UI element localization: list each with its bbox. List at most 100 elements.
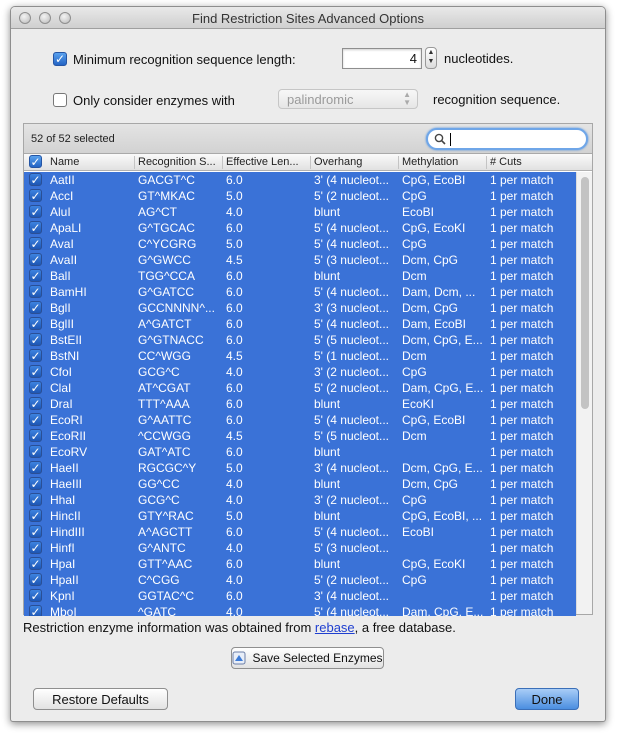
table-row[interactable]: ClaI AT^CGAT 6.0 5' (2 nucleot... Dam, CpG, … [24, 380, 576, 396]
cell-effective-length: 6.0 [226, 525, 243, 539]
row-checkbox[interactable] [29, 317, 42, 330]
cell-cuts: 1 per match [490, 317, 554, 331]
stepper-down-icon[interactable]: ▼ [426, 57, 436, 66]
row-checkbox[interactable] [29, 605, 42, 616]
table-row[interactable]: EcoRII ^CCWGG 4.5 5' (5 nucleot... Dcm 1 per … [24, 428, 576, 444]
scrollbar-thumb[interactable] [581, 177, 589, 409]
col-methylation[interactable]: Methylation [402, 156, 486, 168]
cell-overhang: 5' (2 nucleot... [314, 189, 389, 203]
cell-methylation: CpG [402, 493, 427, 507]
row-checkbox[interactable] [29, 397, 42, 410]
table-row[interactable]: AvaI C^YCGRG 5.0 5' (4 nucleot... CpG 1 per m… [24, 236, 576, 252]
table-row[interactable]: HaeIII GG^CC 4.0 blunt Dcm, CpG 1 per match [24, 476, 576, 492]
cell-effective-length: 6.0 [226, 317, 243, 331]
cell-methylation: CpG, EcoBI [402, 413, 466, 427]
col-cuts[interactable]: # Cuts [490, 156, 574, 168]
vertical-scrollbar[interactable] [576, 172, 592, 614]
row-checkbox[interactable] [29, 589, 42, 602]
save-selected-enzymes-button[interactable]: Save Selected Enzymes [231, 647, 384, 669]
search-input[interactable] [426, 128, 588, 150]
row-checkbox[interactable] [29, 493, 42, 506]
row-checkbox[interactable] [29, 221, 42, 234]
cell-name: AvaII [50, 253, 78, 267]
min-length-checkbox[interactable] [53, 52, 67, 66]
row-checkbox[interactable] [29, 429, 42, 442]
table-row[interactable]: EcoRV GAT^ATC 6.0 blunt 1 per match [24, 444, 576, 460]
cell-overhang: 5' (4 nucleot... [314, 317, 389, 331]
table-row[interactable]: BamHI G^GATCC 6.0 5' (4 nucleot... Dam, Dcm,… [24, 284, 576, 300]
row-checkbox[interactable] [29, 173, 42, 186]
table-row[interactable]: HaeII RGCGC^Y 5.0 3' (4 nucleot... Dcm, CpG,… [24, 460, 576, 476]
select-all-checkbox[interactable] [29, 155, 42, 168]
row-checkbox[interactable] [29, 205, 42, 218]
stepper-up-icon[interactable]: ▲ [426, 48, 436, 57]
row-checkbox[interactable] [29, 237, 42, 250]
only-consider-suffix: recognition sequence. [433, 92, 561, 107]
table-row[interactable]: HpaI GTT^AAC 6.0 blunt CpG, EcoKI 1 per match [24, 556, 576, 572]
row-checkbox[interactable] [29, 333, 42, 346]
row-checkbox[interactable] [29, 189, 42, 202]
row-checkbox[interactable] [29, 285, 42, 298]
row-checkbox[interactable] [29, 381, 42, 394]
cell-cuts: 1 per match [490, 173, 554, 187]
only-consider-checkbox[interactable] [53, 93, 67, 107]
col-effective-length[interactable]: Effective Len... [226, 156, 310, 168]
row-checkbox[interactable] [29, 301, 42, 314]
row-checkbox[interactable] [29, 413, 42, 426]
table-row[interactable]: HindIII A^AGCTT 6.0 5' (4 nucleot... EcoBI 1 … [24, 524, 576, 540]
done-button[interactable]: Done [515, 688, 579, 710]
cell-effective-length: 6.0 [226, 589, 243, 603]
col-name[interactable]: Name [50, 156, 134, 168]
row-checkbox[interactable] [29, 461, 42, 474]
row-checkbox[interactable] [29, 253, 42, 266]
table-row[interactable]: MboI ^GATC 4.0 5' (4 nucleot... Dam, CpG, E.… [24, 604, 576, 616]
table-row[interactable]: HincII GTY^RAC 5.0 blunt CpG, EcoBI, ... 1 pe… [24, 508, 576, 524]
table-row[interactable]: HpaII C^CGG 4.0 5' (2 nucleot... CpG 1 per ma… [24, 572, 576, 588]
table-row[interactable]: HhaI GCG^C 4.0 3' (2 nucleot... CpG 1 per mat… [24, 492, 576, 508]
row-checkbox[interactable] [29, 445, 42, 458]
row-checkbox[interactable] [29, 557, 42, 570]
col-overhang[interactable]: Overhang [314, 156, 398, 168]
table-row[interactable]: BstEII G^GTNACC 6.0 5' (5 nucleot... Dcm, Cp… [24, 332, 576, 348]
cell-effective-length: 5.0 [226, 461, 243, 475]
cell-effective-length: 4.0 [226, 573, 243, 587]
cell-effective-length: 6.0 [226, 557, 243, 571]
row-checkbox[interactable] [29, 477, 42, 490]
table-toolbar: 52 of 52 selected [24, 124, 592, 154]
row-checkbox[interactable] [29, 525, 42, 538]
table-row[interactable]: BglII A^GATCT 6.0 5' (4 nucleot... Dam, EcoB… [24, 316, 576, 332]
row-checkbox[interactable] [29, 573, 42, 586]
table-row[interactable]: AvaII G^GWCC 4.5 5' (3 nucleot... Dcm, CpG 1 … [24, 252, 576, 268]
cell-name: AatII [50, 173, 75, 187]
row-checkbox[interactable] [29, 365, 42, 378]
table-row[interactable]: CfoI GCG^C 4.0 3' (2 nucleot... CpG 1 per mat… [24, 364, 576, 380]
table-row[interactable]: AatII GACGT^C 6.0 3' (4 nucleot... CpG, EcoB… [24, 172, 576, 188]
min-length-stepper[interactable]: ▲ ▼ [425, 47, 437, 69]
sequence-type-select[interactable]: palindromic ▲ ▼ [278, 89, 418, 109]
row-checkbox[interactable] [29, 541, 42, 554]
col-recognition[interactable]: Recognition S... [138, 156, 222, 168]
enzyme-table-panel: 52 of 52 selected Name Recognition S... … [23, 123, 593, 616]
cell-overhang: 5' (4 nucleot... [314, 413, 389, 427]
table-row[interactable]: DraI TTT^AAA 6.0 blunt EcoKI 1 per match [24, 396, 576, 412]
cell-recognition: GCG^C [138, 493, 180, 507]
min-length-field[interactable]: 4 [342, 48, 422, 69]
rebase-link[interactable]: rebase [315, 620, 355, 635]
cell-overhang: 5' (4 nucleot... [314, 525, 389, 539]
text-caret [450, 133, 451, 146]
restore-defaults-button[interactable]: Restore Defaults [33, 688, 168, 710]
table-row[interactable]: AccI GT^MKAC 5.0 5' (2 nucleot... CpG 1 per m… [24, 188, 576, 204]
cell-methylation: EcoBI [402, 205, 435, 219]
table-row[interactable]: ApaLI G^TGCAC 6.0 5' (4 nucleot... CpG, EcoK… [24, 220, 576, 236]
table-row[interactable]: BstNI CC^WGG 4.5 5' (1 nucleot... Dcm 1 per m… [24, 348, 576, 364]
cell-recognition: G^GWCC [138, 253, 191, 267]
row-checkbox[interactable] [29, 349, 42, 362]
row-checkbox[interactable] [29, 269, 42, 282]
table-row[interactable]: KpnI GGTAC^C 6.0 3' (4 nucleot... 1 per matc… [24, 588, 576, 604]
table-row[interactable]: AluI AG^CT 4.0 blunt EcoBI 1 per match [24, 204, 576, 220]
table-row[interactable]: HinfI G^ANTC 4.0 5' (3 nucleot... 1 per matc… [24, 540, 576, 556]
table-row[interactable]: BglI GCCNNNN^... 6.0 3' (3 nucleot... Dcm, C… [24, 300, 576, 316]
table-row[interactable]: BalI TGG^CCA 6.0 blunt Dcm 1 per match [24, 268, 576, 284]
row-checkbox[interactable] [29, 509, 42, 522]
table-row[interactable]: EcoRI G^AATTC 6.0 5' (4 nucleot... CpG, EcoB… [24, 412, 576, 428]
